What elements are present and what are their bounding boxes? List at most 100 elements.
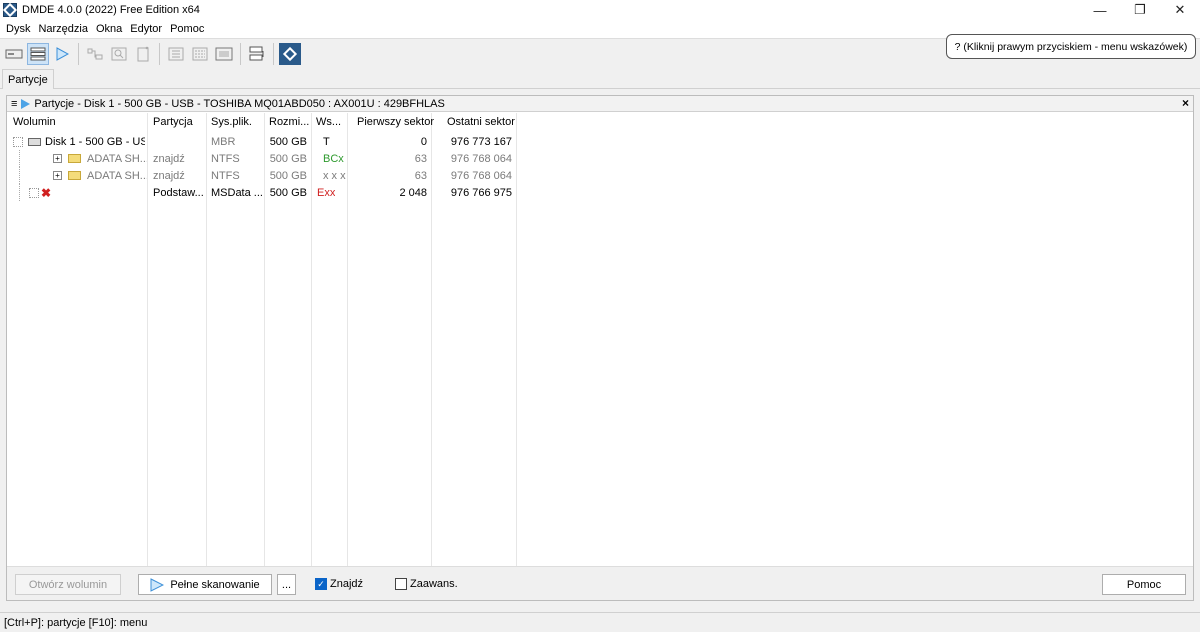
panel-title: Partycje - Disk 1 - 500 GB - USB - TOSHI… <box>34 97 445 110</box>
panel-close-button[interactable]: × <box>1182 96 1189 110</box>
toolbar-separator <box>273 42 274 65</box>
size-cell: 500 GB <box>269 169 307 182</box>
wolumin-cell: ADATA SH... <box>87 169 147 182</box>
disk-icon <box>25 133 44 150</box>
more-options-button[interactable]: ... <box>277 574 296 595</box>
menu-dysk[interactable]: Dysk <box>2 23 34 35</box>
full-scan-button[interactable]: Pełne skanowanie <box>138 574 272 595</box>
wolumin-cell: ADATA SH... <box>87 152 147 165</box>
tab-partycje[interactable]: Partycje <box>2 69 54 89</box>
play-icon <box>150 577 165 592</box>
expand-icon[interactable]: + <box>53 150 62 167</box>
more-options-label: ... <box>281 578 292 591</box>
play-icon[interactable] <box>51 43 73 65</box>
first-sector-cell: 0 <box>420 135 427 148</box>
toolbar-separator <box>78 42 79 65</box>
row-checkbox[interactable] <box>13 133 23 150</box>
last-sector-cell: 976 766 975 <box>450 186 512 199</box>
toolbar-separator <box>159 42 160 65</box>
app-logo-icon <box>3 3 17 17</box>
row-checkbox[interactable] <box>29 184 39 201</box>
disk-icon[interactable] <box>3 43 25 65</box>
advanced-checkbox[interactable]: Zaawans. <box>395 578 458 590</box>
ws-cell: x x x <box>323 169 346 182</box>
tree-icon[interactable] <box>84 43 106 65</box>
tree-line <box>19 184 29 201</box>
full-scan-label: Pełne skanowanie <box>170 578 260 591</box>
minimize-button[interactable]: — <box>1080 0 1120 20</box>
advanced-label: Zaawans. <box>410 578 458 590</box>
window-title: DMDE 4.0.0 (2022) Free Edition x64 <box>22 4 200 16</box>
restore-button[interactable]: ❐ <box>1120 0 1160 20</box>
hex-view-icon[interactable] <box>165 43 187 65</box>
window-controls: — ❐ ✕ <box>1080 0 1200 20</box>
partycja-cell: znajdź <box>153 169 185 182</box>
table-row[interactable]: + ADATA SH... znajdź NTFS 500 GB BCx 63 … <box>7 150 1193 167</box>
column-header-sys[interactable]: Sys.plik. <box>211 113 252 131</box>
column-header-partycja[interactable]: Partycja <box>153 113 193 131</box>
hint-tooltip: ? (Kliknij prawym przyciskiem - menu wsk… <box>946 34 1196 59</box>
panel-header: ≡ Partycje - Disk 1 - 500 GB - USB - TOS… <box>7 96 1193 112</box>
sys-cell: MSData ... <box>211 186 263 199</box>
first-sector-cell: 63 <box>414 152 427 165</box>
size-cell: 500 GB <box>269 186 307 199</box>
first-sector-cell: 2 048 <box>399 186 427 199</box>
last-sector-cell: 976 773 167 <box>450 135 512 148</box>
size-cell: 500 GB <box>269 152 307 165</box>
damaged-disk-icon: ✖ <box>41 185 52 200</box>
wolumin-cell: Disk 1 - 500 GB - US... <box>45 135 145 148</box>
last-sector-cell: 976 768 064 <box>450 152 512 165</box>
partitions-panel: ≡ Partycje - Disk 1 - 500 GB - USB - TOS… <box>6 95 1194 601</box>
help-button[interactable]: Pomoc <box>1102 574 1186 595</box>
panel-menu-icon[interactable]: ≡ <box>11 98 17 110</box>
open-volume-label: Otwórz wolumin <box>28 578 108 591</box>
checkbox-empty-icon <box>395 578 407 590</box>
column-header-wolumin[interactable]: Wolumin <box>13 113 56 131</box>
column-header-first-sector[interactable]: Pierwszy sektor <box>357 113 434 131</box>
menu-narzedzia[interactable]: Narzędzia <box>34 23 92 35</box>
search-icon[interactable] <box>108 43 130 65</box>
table-view-icon[interactable] <box>213 43 235 65</box>
sys-cell: MBR <box>211 135 236 148</box>
panel-actions: Otwórz wolumin Pełne skanowanie ... ✓ Zn… <box>7 566 1193 600</box>
sectors-icon[interactable] <box>246 43 268 65</box>
partycja-cell: Podstaw... <box>153 186 204 199</box>
last-sector-cell: 976 768 064 <box>450 169 512 182</box>
ws-cell: T <box>323 135 330 148</box>
toolbar-separator <box>240 42 241 65</box>
folder-icon <box>65 167 84 184</box>
help-label: Pomoc <box>1126 578 1162 591</box>
menu-okna[interactable]: Okna <box>92 23 126 35</box>
sys-cell: NTFS <box>211 152 240 165</box>
tab-bar: Partycje <box>0 68 1200 89</box>
open-volume-button[interactable]: Otwórz wolumin <box>15 574 121 595</box>
list-view-icon[interactable] <box>189 43 211 65</box>
title-bar: DMDE 4.0.0 (2022) Free Edition x64 — ❐ ✕ <box>0 0 1200 20</box>
find-checkbox[interactable]: ✓ Znajdź <box>315 578 363 590</box>
expand-icon[interactable]: + <box>53 167 62 184</box>
close-button[interactable]: ✕ <box>1160 0 1200 20</box>
size-cell: 500 GB <box>269 135 307 148</box>
ws-cell: Exx <box>317 186 336 199</box>
tree-line <box>19 167 29 184</box>
tree-line <box>19 150 29 167</box>
sys-cell: NTFS <box>211 169 240 182</box>
table-row[interactable]: ✖ Podstaw... MSData ... 500 GB Exx 2 048… <box>7 184 1193 201</box>
menu-pomoc[interactable]: Pomoc <box>166 23 208 35</box>
dmde-logo-icon[interactable] <box>279 42 301 65</box>
first-sector-cell: 63 <box>414 169 427 182</box>
partycja-cell: znajdź <box>153 152 185 165</box>
partitions-icon[interactable] <box>27 42 49 65</box>
column-header-ws[interactable]: Ws... <box>316 113 341 131</box>
table-row[interactable]: + ADATA SH... znajdź NTFS 500 GB x x x 6… <box>7 167 1193 184</box>
column-header-last-sector[interactable]: Ostatni sektor <box>447 113 515 131</box>
column-header-size[interactable]: Rozmi... <box>269 113 309 131</box>
find-label: Znajdź <box>330 578 364 590</box>
table-row[interactable]: Disk 1 - 500 GB - US... MBR 500 GB T 0 9… <box>7 133 1193 150</box>
checkmark-icon: ✓ <box>315 578 327 590</box>
folder-icon <box>65 150 84 167</box>
status-text: [Ctrl+P]: partycje [F10]: menu <box>4 616 148 629</box>
partitions-table: Wolumin Partycja Sys.plik. Rozmi... Ws..… <box>7 113 1193 566</box>
menu-edytor[interactable]: Edytor <box>126 23 166 35</box>
new-file-icon[interactable] <box>132 43 154 65</box>
